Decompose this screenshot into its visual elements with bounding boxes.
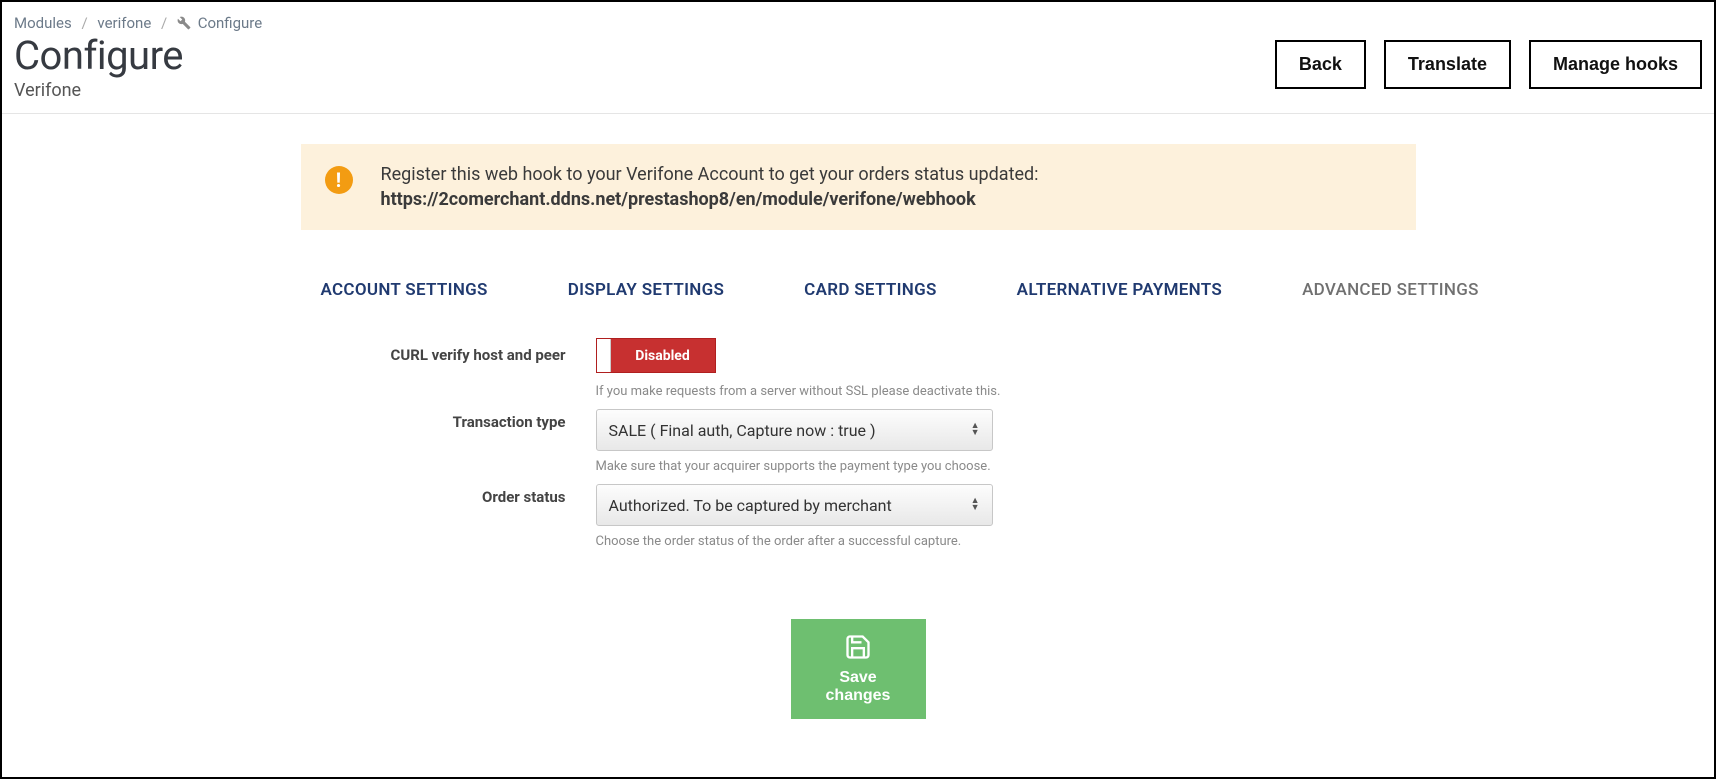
- translate-button[interactable]: Translate: [1384, 40, 1511, 89]
- save-changes-button[interactable]: Save changes: [791, 619, 926, 719]
- chevron-updown-icon: ▲▼: [971, 423, 980, 437]
- tab-account-settings[interactable]: ACCOUNT SETTINGS: [321, 280, 488, 300]
- tab-display-settings[interactable]: DISPLAY SETTINGS: [568, 280, 724, 300]
- breadcrumb-current: Configure: [198, 14, 263, 32]
- settings-tabs: ACCOUNT SETTINGS DISPLAY SETTINGS CARD S…: [301, 280, 1416, 300]
- transaction-type-label: Transaction type: [301, 405, 596, 431]
- order-status-value: Authorized. To be captured by merchant: [609, 496, 892, 515]
- transaction-type-select[interactable]: SALE ( Final auth, Capture now : true ) …: [596, 409, 993, 451]
- breadcrumb-separator: /: [81, 14, 87, 32]
- transaction-type-value: SALE ( Final auth, Capture now : true ): [609, 421, 876, 440]
- page-title: Configure: [14, 34, 183, 78]
- order-status-help-text: Choose the order status of the order aft…: [596, 534, 1416, 549]
- curl-verify-toggle[interactable]: Disabled: [596, 338, 716, 373]
- order-status-label: Order status: [301, 480, 596, 506]
- breadcrumb: Modules / verifone / Configure: [2, 2, 1714, 32]
- tab-advanced-settings[interactable]: ADVANCED SETTINGS: [1302, 280, 1479, 300]
- toggle-state-label: Disabled: [611, 339, 715, 372]
- warning-icon: !: [325, 166, 353, 194]
- order-status-select[interactable]: Authorized. To be captured by merchant ▲…: [596, 484, 993, 526]
- alert-message: Register this web hook to your Verifone …: [381, 164, 1039, 185]
- tab-alternative-payments[interactable]: ALTERNATIVE PAYMENTS: [1017, 280, 1222, 300]
- save-button-label: Save changes: [815, 669, 902, 705]
- manage-hooks-button[interactable]: Manage hooks: [1529, 40, 1702, 89]
- save-icon: [844, 633, 872, 661]
- alert-url: https://2comerchant.ddns.net/prestashop8…: [381, 189, 1039, 210]
- transaction-help-text: Make sure that your acquirer supports th…: [596, 459, 1416, 474]
- curl-help-text: If you make requests from a server witho…: [596, 384, 1416, 399]
- chevron-updown-icon: ▲▼: [971, 498, 980, 512]
- breadcrumb-module[interactable]: verifone: [97, 14, 151, 32]
- back-button[interactable]: Back: [1275, 40, 1366, 89]
- tab-card-settings[interactable]: CARD SETTINGS: [804, 280, 937, 300]
- webhook-alert: ! Register this web hook to your Verifon…: [301, 144, 1416, 230]
- breadcrumb-modules[interactable]: Modules: [14, 14, 72, 32]
- curl-label: CURL verify host and peer: [301, 338, 596, 364]
- wrench-icon: [177, 16, 191, 30]
- page-subtitle: Verifone: [14, 80, 183, 101]
- breadcrumb-separator: /: [161, 14, 167, 32]
- toggle-handle: [597, 339, 611, 372]
